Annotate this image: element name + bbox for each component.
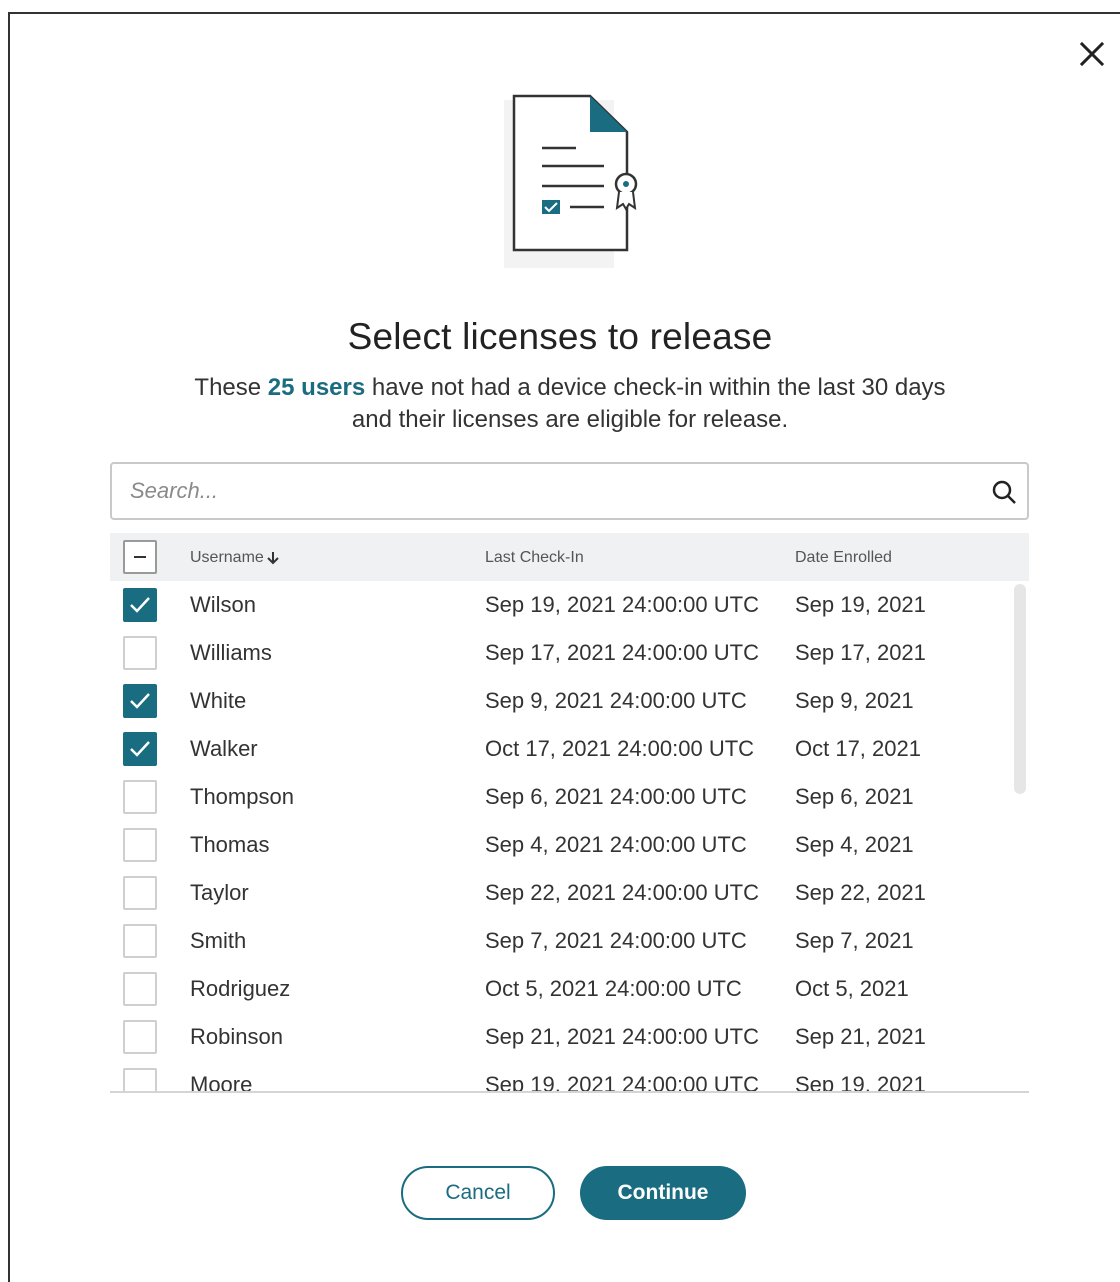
username-cell: White: [190, 688, 247, 713]
table-row[interactable]: Moore Sep 19, 2021 24:00:00 UTC Sep 19, 20…: [110, 1061, 1029, 1093]
row-checkbox[interactable]: [123, 684, 157, 718]
row-checkbox[interactable]: [123, 1020, 157, 1054]
last-checkin-cell: Sep 22, 2021 24:00:00 UTC: [485, 880, 759, 905]
table-row[interactable]: Thompson Sep 6, 2021 24:00:00 UTC Sep 6, 2…: [110, 773, 1029, 821]
column-header-last-checkin[interactable]: Last Check-In: [485, 549, 584, 567]
table-row[interactable]: Smith Sep 7, 2021 24:00:00 UTC Sep 7, 2021: [110, 917, 1029, 965]
last-checkin-cell: Sep 19, 2021 24:00:00 UTC: [485, 592, 759, 617]
last-checkin-cell: Oct 17, 2021 24:00:00 UTC: [485, 736, 755, 761]
username-cell: Moore: [190, 1072, 253, 1093]
last-checkin-cell: Sep 19, 2021 24:00:00 UTC: [485, 1072, 759, 1093]
search-box: [110, 462, 1029, 520]
column-header-username[interactable]: Username: [190, 549, 279, 567]
close-icon: [1080, 42, 1104, 66]
table-row[interactable]: Walker Oct 17, 2021 24:00:00 UTC Oct 17, 2…: [110, 725, 1029, 773]
table-header: Username Last Check-In Date Enrolled: [110, 533, 1029, 581]
checkmark-icon: [130, 741, 150, 757]
date-enrolled-cell: Sep 9, 2021: [795, 688, 914, 713]
users-table: Username Last Check-In Date Enrolled Wil…: [110, 533, 1029, 1093]
dialog-description: These 25 users have not had a device che…: [190, 372, 950, 436]
row-checkbox[interactable]: [123, 876, 157, 910]
date-enrolled-cell: Sep 21, 2021: [795, 1024, 926, 1049]
row-checkbox[interactable]: [123, 588, 157, 622]
username-cell: Wilson: [190, 592, 257, 617]
table-row[interactable]: Robinson Sep 21, 2021 24:00:00 UTC Sep 21,…: [110, 1013, 1029, 1061]
column-header-username-label: Username: [190, 549, 264, 566]
scrollbar[interactable]: [1014, 584, 1026, 794]
cancel-button[interactable]: Cancel: [401, 1166, 555, 1220]
date-enrolled-cell: Sep 19, 2021: [795, 592, 926, 617]
indeterminate-icon: [134, 556, 146, 558]
table-row[interactable]: Williams Sep 17, 2021 24:00:00 UTC Sep 17,…: [110, 629, 1029, 677]
row-checkbox[interactable]: [123, 732, 157, 766]
arrow-down-icon: [267, 552, 279, 565]
date-enrolled-cell: Sep 7, 2021: [795, 928, 914, 953]
row-checkbox[interactable]: [123, 1068, 157, 1091]
row-checkbox[interactable]: [123, 924, 157, 958]
username-cell: Walker: [190, 736, 258, 761]
username-cell: Taylor: [190, 880, 249, 905]
username-cell: Williams: [190, 640, 272, 665]
search-icon[interactable]: [991, 479, 1017, 505]
date-enrolled-cell: Sep 17, 2021: [795, 640, 926, 665]
last-checkin-cell: Sep 7, 2021 24:00:00 UTC: [485, 928, 747, 953]
last-checkin-cell: Sep 9, 2021 24:00:00 UTC: [485, 688, 747, 713]
table-row[interactable]: White Sep 9, 2021 24:00:00 UTC Sep 9, 2021: [110, 677, 1029, 725]
last-checkin-cell: Sep 4, 2021 24:00:00 UTC: [485, 832, 747, 857]
username-cell: Rodriguez: [190, 976, 291, 1001]
username-cell: Thompson: [190, 784, 294, 809]
dialog-title: Select licenses to release: [347, 316, 773, 357]
last-checkin-cell: Sep 21, 2021 24:00:00 UTC: [485, 1024, 759, 1049]
date-enrolled-cell: Oct 5, 2021: [795, 976, 909, 1001]
column-header-date-enrolled[interactable]: Date Enrolled: [795, 549, 892, 567]
search-input[interactable]: [112, 464, 972, 518]
date-enrolled-cell: Sep 22, 2021: [795, 880, 926, 905]
row-checkbox[interactable]: [123, 972, 157, 1006]
date-enrolled-cell: Oct 17, 2021: [795, 736, 921, 761]
table-row[interactable]: Rodriguez Oct 5, 2021 24:00:00 UTC Oct 5, …: [110, 965, 1029, 1013]
date-enrolled-cell: Sep 19, 2021: [795, 1072, 926, 1093]
last-checkin-cell: Sep 17, 2021 24:00:00 UTC: [485, 640, 759, 665]
license-document-icon: [504, 94, 638, 268]
description-suffix: have not had a device check-in within th…: [351, 374, 946, 433]
username-cell: Robinson: [190, 1024, 283, 1049]
username-cell: Thomas: [190, 832, 270, 857]
close-button[interactable]: [1076, 38, 1108, 70]
row-checkbox[interactable]: [123, 636, 157, 670]
date-enrolled-cell: Sep 6, 2021: [795, 784, 914, 809]
row-checkbox[interactable]: [123, 828, 157, 862]
table-row[interactable]: Thomas Sep 4, 2021 24:00:00 UTC Sep 4, 202…: [110, 821, 1029, 869]
user-count-link[interactable]: 25 users: [268, 374, 365, 401]
row-checkbox[interactable]: [123, 780, 157, 814]
description-prefix: These: [194, 374, 268, 401]
checkmark-icon: [130, 597, 150, 613]
checkmark-icon: [130, 693, 150, 709]
table-row[interactable]: Taylor Sep 22, 2021 24:00:00 UTC Sep 22, 2…: [110, 869, 1029, 917]
username-cell: Smith: [190, 928, 247, 953]
last-checkin-cell: Sep 6, 2021 24:00:00 UTC: [485, 784, 747, 809]
date-enrolled-cell: Sep 4, 2021: [795, 832, 914, 857]
last-checkin-cell: Oct 5, 2021 24:00:00 UTC: [485, 976, 742, 1001]
select-all-checkbox[interactable]: [123, 540, 157, 574]
continue-button[interactable]: Continue: [580, 1166, 746, 1220]
table-row[interactable]: Wilson Sep 19, 2021 24:00:00 UTC Sep 19, 2…: [110, 581, 1029, 629]
